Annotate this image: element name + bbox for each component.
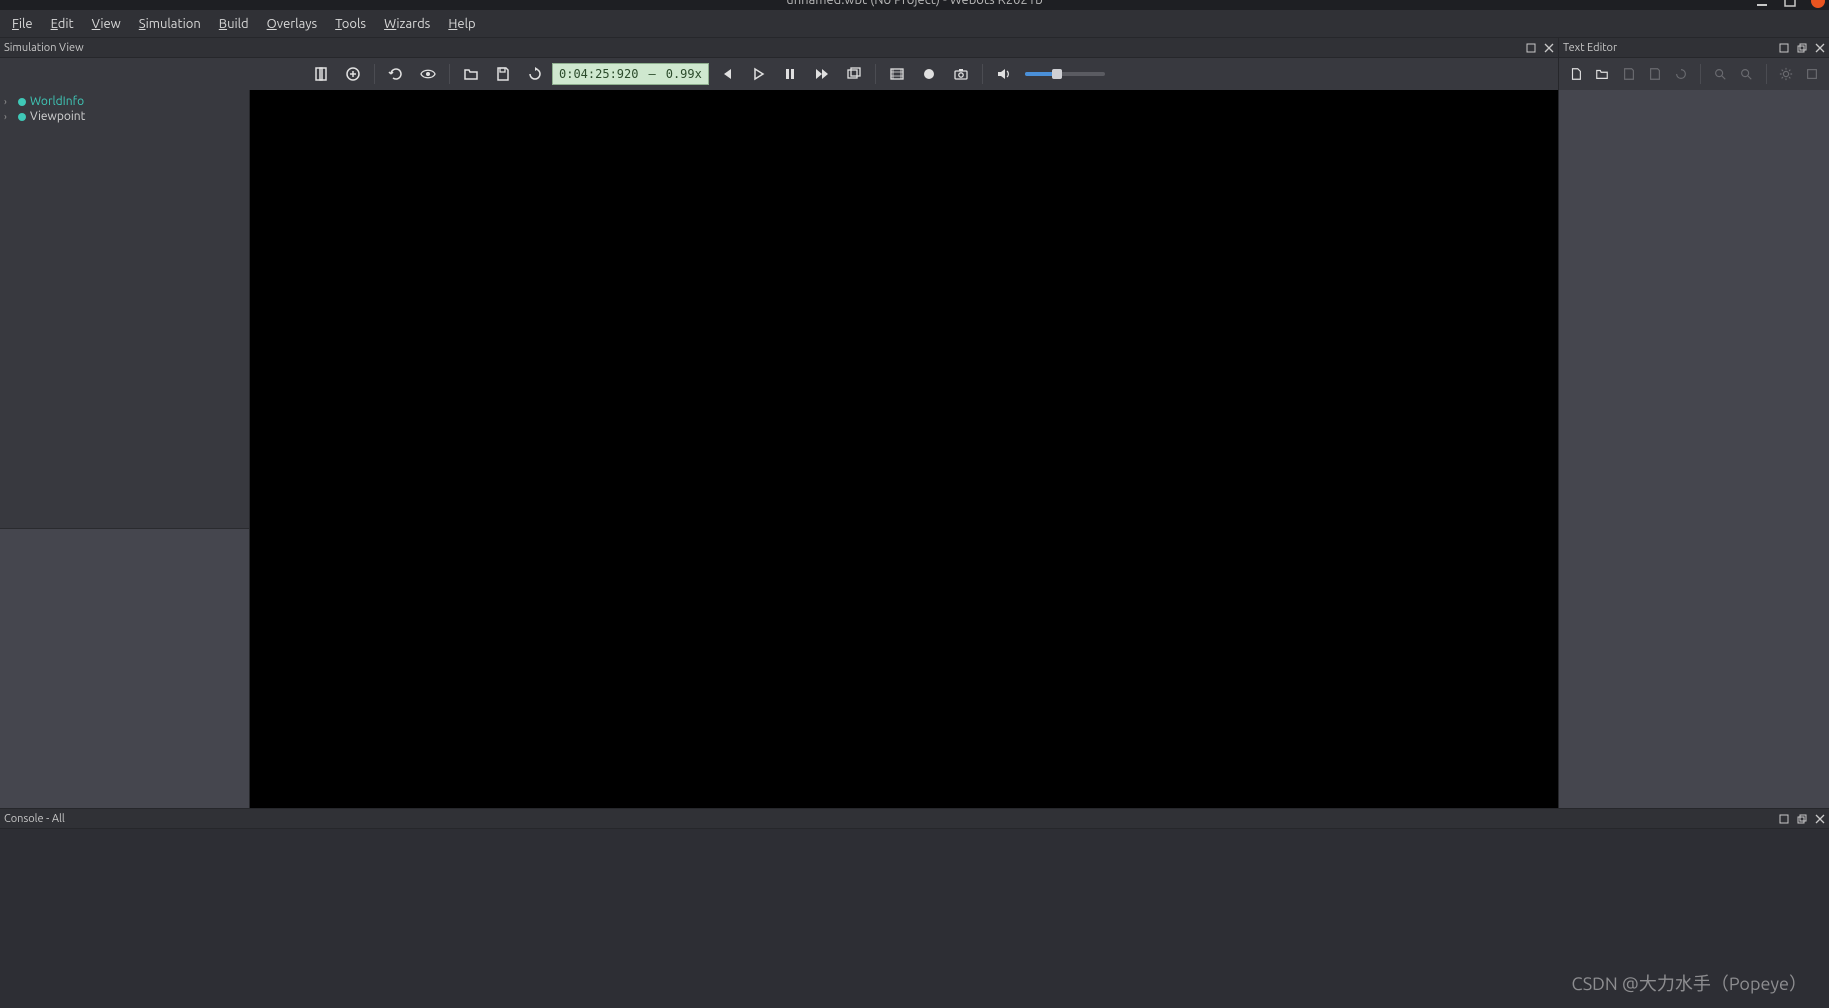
panel-restore-icon[interactable] — [1797, 814, 1807, 824]
realtime-icon[interactable] — [839, 60, 869, 88]
tree-node-worldinfo[interactable]: › WorldInfo — [0, 94, 249, 109]
tree-node-label: Viewpoint — [30, 110, 85, 123]
console-body[interactable] — [0, 829, 1829, 1008]
revert-icon — [1670, 60, 1692, 88]
menu-view[interactable]: View — [84, 13, 129, 35]
open-file-icon[interactable] — [1591, 60, 1613, 88]
save-file-icon — [1617, 60, 1639, 88]
menu-simulation[interactable]: Simulation — [131, 13, 209, 35]
step-back-icon[interactable] — [711, 60, 741, 88]
tree-node-viewpoint[interactable]: › Viewpoint — [0, 109, 249, 124]
volume-icon[interactable] — [989, 60, 1019, 88]
menu-file[interactable]: File — [4, 13, 41, 35]
add-node-icon[interactable] — [306, 60, 336, 88]
menu-build[interactable]: Build — [211, 13, 257, 35]
title-bar: unnamed.wbt (No Project) - Webots R2021b — [0, 0, 1829, 10]
time-separator: – — [648, 67, 655, 81]
search-icon — [1709, 60, 1731, 88]
node-dot-icon — [18, 98, 26, 106]
panel-close-icon[interactable] — [1815, 43, 1825, 53]
simulation-toolbar: 0:04:25:920 – 0.99x — [0, 58, 1558, 90]
volume-slider[interactable] — [1025, 72, 1105, 76]
text-editor-header: Text Editor — [1559, 38, 1829, 58]
pause-icon[interactable] — [775, 60, 805, 88]
panel-float-icon[interactable] — [1779, 43, 1789, 53]
panel-maximize-icon[interactable] — [1526, 43, 1536, 53]
menu-edit[interactable]: Edit — [43, 13, 82, 35]
elapsed-time: 0:04:25:920 — [559, 67, 638, 81]
save-icon[interactable] — [488, 60, 518, 88]
3d-viewport[interactable] — [250, 90, 1558, 808]
panel-close-icon[interactable] — [1544, 43, 1554, 53]
console-title: Console - All — [4, 813, 65, 825]
menu-overlays[interactable]: Overlays — [259, 13, 326, 35]
scene-tree-panel: › WorldInfo › Viewpoint — [0, 90, 250, 808]
movie-icon[interactable] — [882, 60, 912, 88]
open-folder-icon[interactable] — [456, 60, 486, 88]
simulation-view-header: Simulation View — [0, 38, 1558, 58]
reload-icon[interactable] — [520, 60, 550, 88]
panel-float-icon[interactable] — [1779, 814, 1789, 824]
search-replace-icon — [1735, 60, 1757, 88]
menu-wizards[interactable]: Wizards — [376, 13, 438, 35]
maximize-icon[interactable] — [1783, 0, 1797, 8]
record-icon[interactable] — [914, 60, 944, 88]
speed-factor: 0.99x — [666, 67, 702, 81]
panel-close-icon[interactable] — [1815, 814, 1825, 824]
menu-tools[interactable]: Tools — [327, 13, 374, 35]
save-all-icon — [1644, 60, 1666, 88]
console-panel: Console - All — [0, 808, 1829, 1008]
fast-forward-icon[interactable] — [807, 60, 837, 88]
screenshot-icon[interactable] — [946, 60, 976, 88]
close-icon[interactable] — [1811, 0, 1825, 8]
minimize-icon[interactable] — [1755, 0, 1769, 8]
plus-icon[interactable] — [338, 60, 368, 88]
refresh-icon[interactable] — [381, 60, 411, 88]
time-display: 0:04:25:920 – 0.99x — [552, 63, 709, 85]
tree-node-label: WorldInfo — [30, 95, 84, 108]
text-editor-title: Text Editor — [1563, 42, 1617, 54]
chevron-right-icon[interactable]: › — [4, 111, 14, 122]
new-file-icon[interactable] — [1565, 60, 1587, 88]
node-dot-icon — [18, 113, 26, 121]
panel-restore-icon[interactable] — [1797, 43, 1807, 53]
scene-tree-detail — [0, 528, 249, 808]
window-title: unnamed.wbt (No Project) - Webots R2021b — [786, 0, 1042, 7]
text-editor-toolbar — [1559, 58, 1829, 90]
play-icon[interactable] — [743, 60, 773, 88]
chevron-right-icon[interactable]: › — [4, 96, 14, 107]
eye-icon[interactable] — [413, 60, 443, 88]
gear-icon — [1774, 60, 1796, 88]
build-icon — [1801, 60, 1823, 88]
menu-help[interactable]: Help — [440, 13, 483, 35]
window-controls — [1755, 0, 1825, 8]
console-header: Console - All — [0, 809, 1829, 829]
text-editor-body[interactable] — [1559, 90, 1829, 808]
simulation-view-title: Simulation View — [4, 42, 84, 54]
menu-bar: File Edit View Simulation Build Overlays… — [0, 10, 1829, 38]
